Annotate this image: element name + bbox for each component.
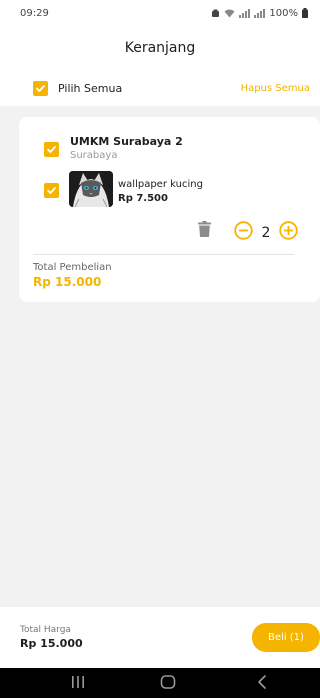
system-navigation-bar [0,668,320,698]
product-image[interactable] [69,171,113,207]
shop-city: Surabaya [70,150,118,161]
buy-button[interactable]: Beli (1) [252,623,320,652]
app-header: Keranjang [0,26,320,70]
alarm-icon [211,9,220,18]
purchase-total-label: Total Pembelian [33,262,112,273]
plus-circle-icon[interactable] [279,221,298,244]
select-all-control[interactable]: Pilih Semua [33,80,123,96]
battery-icon [302,8,308,18]
purchase-total-value: Rp 15.000 [33,275,102,289]
product-price: Rp 7.500 [118,193,168,204]
signal-icon [239,8,251,18]
status-time: 09:29 [20,7,49,19]
cart-shop-card: UMKM Surabaya 2 Surabaya wallpaper kucin… [19,117,320,302]
shop-checkbox[interactable] [44,142,59,157]
select-all-row: Pilih Semua Hapus Semua [0,70,320,106]
delete-all-button[interactable]: Hapus Semua [241,83,310,94]
signal-icon-2 [254,8,266,18]
item-checkbox[interactable] [44,183,59,198]
total-price-label: Total Harga [20,625,71,635]
select-all-checkbox[interactable] [33,80,48,96]
minus-circle-icon[interactable] [234,221,253,244]
card-divider [33,254,294,255]
status-icons: 100% [211,8,308,19]
recent-apps-icon[interactable] [71,674,85,694]
product-name: wallpaper kucing [118,179,203,190]
back-icon[interactable] [255,674,269,694]
battery-level: 100% [269,7,298,19]
trash-icon[interactable] [198,221,211,241]
wifi-icon [224,9,235,18]
page-title: Keranjang [124,40,196,56]
shop-name: UMKM Surabaya 2 [70,135,183,148]
select-all-label: Pilih Semua [58,81,123,95]
status-bar: 09:29 100% [0,0,320,26]
home-icon[interactable] [160,674,176,694]
quantity-stepper: 2 [234,221,298,244]
total-price-value: Rp 15.000 [20,637,83,650]
checkout-bar: Total Harga Rp 15.000 Beli (1) [0,607,320,668]
quantity-value: 2 [261,224,271,241]
